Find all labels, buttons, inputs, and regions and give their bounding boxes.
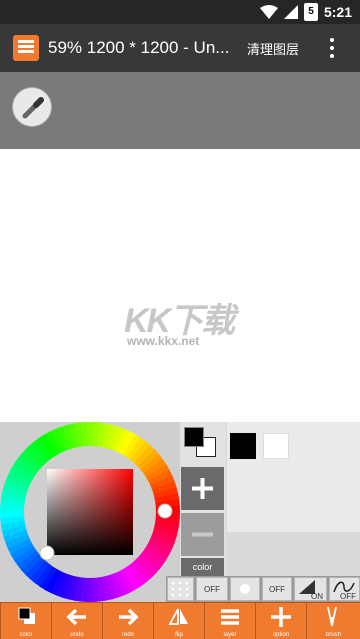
add-swatch-button[interactable]	[181, 467, 224, 510]
arrow-left-icon	[66, 608, 86, 626]
toolbar-label: flip	[175, 632, 183, 638]
toolbar-undo-button[interactable]: undo	[52, 603, 102, 639]
app-bar: 59% 1200 * 1200 - Un... 清理图层	[0, 24, 360, 72]
app-logo-icon[interactable]	[13, 35, 39, 61]
toolbar-color-button[interactable]: color	[1, 603, 51, 639]
clear-layer-button[interactable]: 清理图层	[247, 39, 299, 58]
toolbar-option-button[interactable]: option	[256, 603, 306, 639]
drawing-canvas[interactable]	[0, 149, 360, 422]
remove-swatch-button[interactable]	[181, 513, 224, 556]
grid-dots-icon	[171, 581, 189, 597]
primary-color-swatch[interactable]	[184, 427, 204, 447]
color-wheel-area	[0, 422, 180, 602]
brush-icon	[327, 606, 337, 627]
toolbar-brush-button[interactable]: brush	[307, 603, 360, 639]
flip-icon	[168, 608, 188, 625]
toolbar-label: option	[272, 632, 290, 638]
grid-state: OFF	[204, 585, 220, 594]
eyedropper-icon	[22, 97, 44, 119]
plus-icon	[271, 607, 291, 627]
dot-state: OFF	[269, 585, 285, 594]
clock: 5:21	[323, 4, 352, 20]
layers-icon	[221, 609, 239, 625]
toolbar-flip-button[interactable]: flip	[154, 603, 204, 639]
color-swatch-icon	[18, 607, 35, 624]
watermark-url: www.kkx.net	[127, 334, 200, 348]
dot-toggle[interactable]	[230, 577, 260, 601]
stabilizer-toggle[interactable]: OFF	[329, 577, 360, 601]
toolbar-layer-button[interactable]: layer	[205, 603, 255, 639]
stabilizer-state: OFF	[340, 592, 356, 601]
swatch-palette	[227, 422, 360, 532]
toolbar-label: brush	[325, 632, 341, 638]
dot-state-toggle[interactable]: OFF	[262, 577, 292, 601]
dot-icon	[240, 584, 250, 594]
overflow-menu-icon[interactable]	[326, 36, 338, 60]
fill-state: ON	[311, 592, 323, 601]
palette-swatch[interactable]	[263, 433, 289, 459]
toolbar-label: layer	[223, 632, 237, 638]
toolbar-label: redo	[121, 632, 134, 638]
hue-handle[interactable]	[157, 503, 173, 519]
toolbar-label: undo	[70, 632, 84, 638]
battery-icon: 5	[303, 3, 318, 21]
eyedropper-button[interactable]	[12, 87, 52, 127]
arrow-right-icon	[119, 608, 139, 626]
wifi-icon	[259, 5, 278, 19]
minus-icon	[192, 532, 213, 537]
toolbar-redo-button[interactable]: redo	[103, 603, 153, 639]
color-mode-button[interactable]: color	[181, 558, 224, 576]
grid-toggle[interactable]	[167, 577, 194, 601]
color-wheel[interactable]	[0, 422, 180, 602]
signal-icon	[283, 5, 298, 19]
sv-handle[interactable]	[39, 545, 55, 561]
toolbar-label: color	[19, 632, 33, 638]
palette-swatch[interactable]	[230, 433, 256, 459]
page-title: 59% 1200 * 1200 - Un...	[48, 38, 230, 57]
grid-state-toggle[interactable]: OFF	[196, 577, 228, 601]
fill-toggle[interactable]: ON	[294, 577, 327, 601]
plus-icon	[192, 478, 213, 499]
status-bar: 5 5:21	[0, 0, 360, 24]
